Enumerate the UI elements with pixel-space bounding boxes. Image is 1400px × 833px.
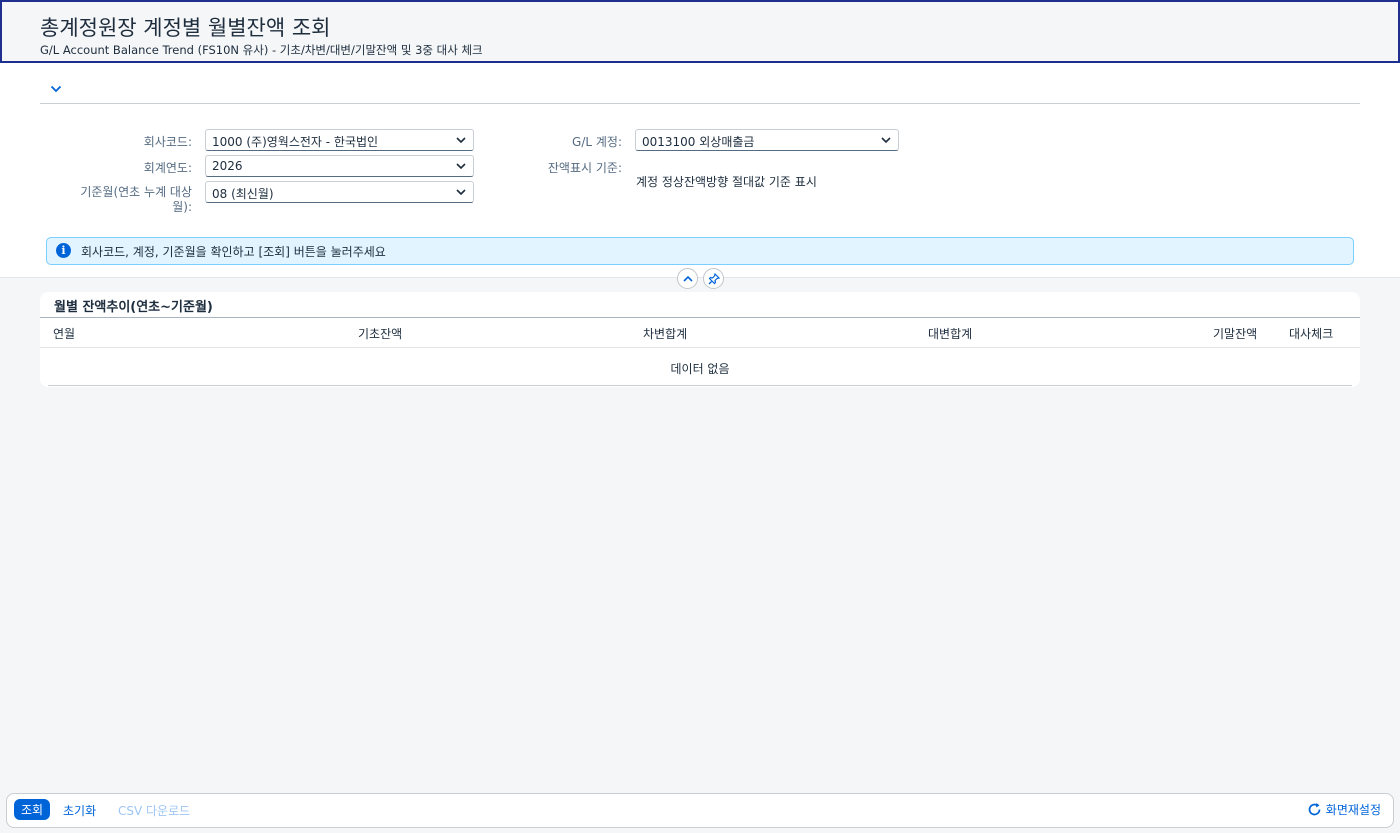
page-subtitle: G/L Account Balance Trend (FS10N 유사) - 기… — [40, 43, 483, 57]
page-title: 총계정원장 계정별 월별잔액 조회 — [40, 16, 331, 40]
column-header-opening-balance[interactable]: 기초잔액 — [358, 325, 402, 342]
csv-download-button: CSV 다운로드 — [118, 804, 191, 818]
period-label-line1: 기준월(연초 누계 대상 — [80, 185, 192, 199]
company-code-value: 1000 (주)영웍스전자 - 한국법인 — [212, 135, 379, 149]
column-header-reconciliation-check[interactable]: 대사체크 — [1289, 325, 1333, 342]
fiscal-year-label: 회계연도: — [143, 161, 192, 175]
column-header-closing-balance[interactable]: 기말잔액 — [1213, 325, 1257, 342]
company-code-label: 회사코드: — [143, 135, 192, 149]
column-header-debit-total[interactable]: 차변합계 — [643, 325, 687, 342]
chevron-down-icon[interactable] — [48, 81, 64, 97]
table-divider — [48, 385, 1352, 386]
page-header: 총계정원장 계정별 월별잔액 조회 G/L Account Balance Tr… — [0, 0, 1400, 63]
company-code-select[interactable]: 1000 (주)영웍스전자 - 한국법인 — [205, 129, 474, 151]
chevron-up-icon — [682, 275, 693, 282]
fiscal-year-value: 2026 — [212, 159, 243, 173]
no-data-text: 데이터 없음 — [670, 362, 730, 376]
chevron-down-icon — [456, 137, 466, 144]
chevron-down-icon — [456, 163, 466, 170]
fiscal-year-select[interactable]: 2026 — [205, 155, 474, 177]
pin-header-button[interactable] — [703, 268, 724, 289]
table-title: 월별 잔액추이(연초~기준월) — [54, 300, 213, 315]
period-label-line2: 월): — [172, 200, 192, 214]
chevron-down-icon — [456, 189, 466, 196]
screen-reset-button[interactable]: 화면재설정 — [1307, 801, 1381, 818]
gl-account-value: 0013100 외상매출금 — [642, 135, 755, 149]
info-icon: i — [56, 243, 71, 258]
pin-icon — [708, 272, 720, 284]
collapse-header-button[interactable] — [677, 268, 698, 289]
period-value: 08 (최신월) — [212, 187, 274, 201]
info-message-text: 회사코드, 계정, 기준월을 확인하고 [조회] 버튼을 눌러주세요 — [81, 245, 386, 259]
gl-account-label: G/L 계정: — [572, 135, 622, 149]
reset-button[interactable]: 초기화 — [63, 802, 96, 819]
info-message-strip: i 회사코드, 계정, 기준월을 확인하고 [조회] 버튼을 눌러주세요 — [46, 237, 1354, 265]
screen-reset-label: 화면재설정 — [1325, 803, 1381, 817]
table-header-row: 연월 기초잔액 차변합계 대변합계 기말잔액 대사체크 — [40, 317, 1360, 348]
balance-display-value: 계정 정상잔액방향 절대값 기준 표시 — [636, 175, 817, 189]
search-button[interactable]: 조회 — [14, 799, 50, 820]
balance-table: 월별 잔액추이(연초~기준월) 연월 기초잔액 차변합계 대변합계 기말잔액 대… — [40, 292, 1360, 387]
chevron-down-icon — [881, 137, 891, 144]
gl-account-select[interactable]: 0013100 외상매출금 — [635, 129, 899, 151]
column-header-month[interactable]: 연월 — [53, 325, 75, 342]
filter-toolbar — [40, 77, 1360, 104]
footer-toolbar: 조회 초기화 CSV 다운로드 화면재설정 — [6, 793, 1394, 828]
column-header-credit-total[interactable]: 대변합계 — [928, 325, 972, 342]
filter-bar: 회사코드: 1000 (주)영웍스전자 - 한국법인 회계연도: 2026 기준… — [0, 63, 1400, 278]
period-label: 기준월(연초 누계 대상 월): — [40, 185, 192, 215]
period-select[interactable]: 08 (최신월) — [205, 181, 474, 203]
balance-display-label: 잔액표시 기준: — [547, 161, 622, 175]
refresh-icon — [1308, 803, 1321, 816]
